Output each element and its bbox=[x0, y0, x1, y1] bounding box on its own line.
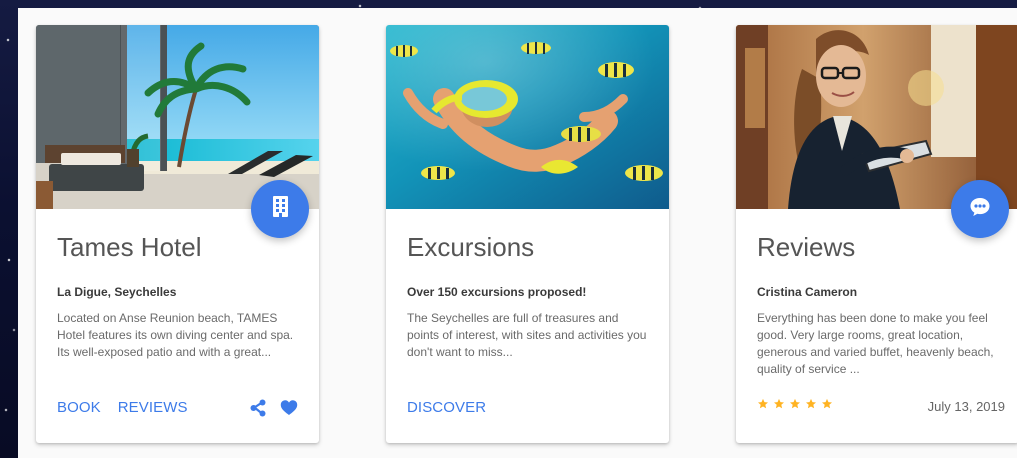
reviewer-name: Cristina Cameron bbox=[757, 285, 858, 299]
excursions-subtitle: Over 150 excursions proposed! bbox=[407, 285, 587, 299]
hotel-reviews-button[interactable]: REVIEWS bbox=[118, 397, 188, 419]
share-icon[interactable] bbox=[249, 399, 267, 417]
hotel-building-icon bbox=[271, 195, 290, 223]
excursions-actions: DISCOVER bbox=[407, 397, 648, 419]
hotel-actions: BOOK REVIEWS bbox=[57, 397, 298, 419]
star-icon bbox=[805, 398, 817, 410]
heart-icon[interactable] bbox=[280, 399, 298, 417]
excursions-card: Excursions Over 150 excursions proposed!… bbox=[386, 25, 669, 443]
discover-button[interactable]: DISCOVER bbox=[407, 397, 486, 419]
review-rating bbox=[757, 398, 833, 410]
book-button[interactable]: BOOK bbox=[57, 397, 101, 419]
review-text: Everything has been done to make you fee… bbox=[757, 311, 994, 376]
hotel-icon-actions bbox=[249, 399, 298, 417]
hotel-title: Tames Hotel bbox=[57, 232, 202, 262]
snorkeling-image bbox=[386, 25, 669, 209]
star-icon bbox=[821, 398, 833, 410]
star-icon bbox=[757, 398, 769, 410]
star-icon bbox=[789, 398, 801, 410]
reviews-card: Reviews Cristina Cameron Everything has … bbox=[736, 25, 1017, 443]
hotel-card: Tames Hotel La Digue, Seychelles Located… bbox=[36, 25, 319, 443]
chat-bubble-icon bbox=[968, 195, 992, 224]
reviews-fab[interactable] bbox=[951, 180, 1009, 238]
reviews-title: Reviews bbox=[757, 232, 856, 262]
hotel-location: La Digue, Seychelles bbox=[57, 285, 177, 299]
hotel-fab[interactable] bbox=[251, 180, 309, 238]
excursions-description: The Seychelles are full of treasures and… bbox=[407, 311, 647, 359]
excursions-title: Excursions bbox=[407, 232, 535, 262]
review-date: July 13, 2019 bbox=[927, 399, 1005, 414]
hotel-description: Located on Anse Reunion beach, TAMES Hot… bbox=[57, 311, 294, 359]
star-icon bbox=[773, 398, 785, 410]
